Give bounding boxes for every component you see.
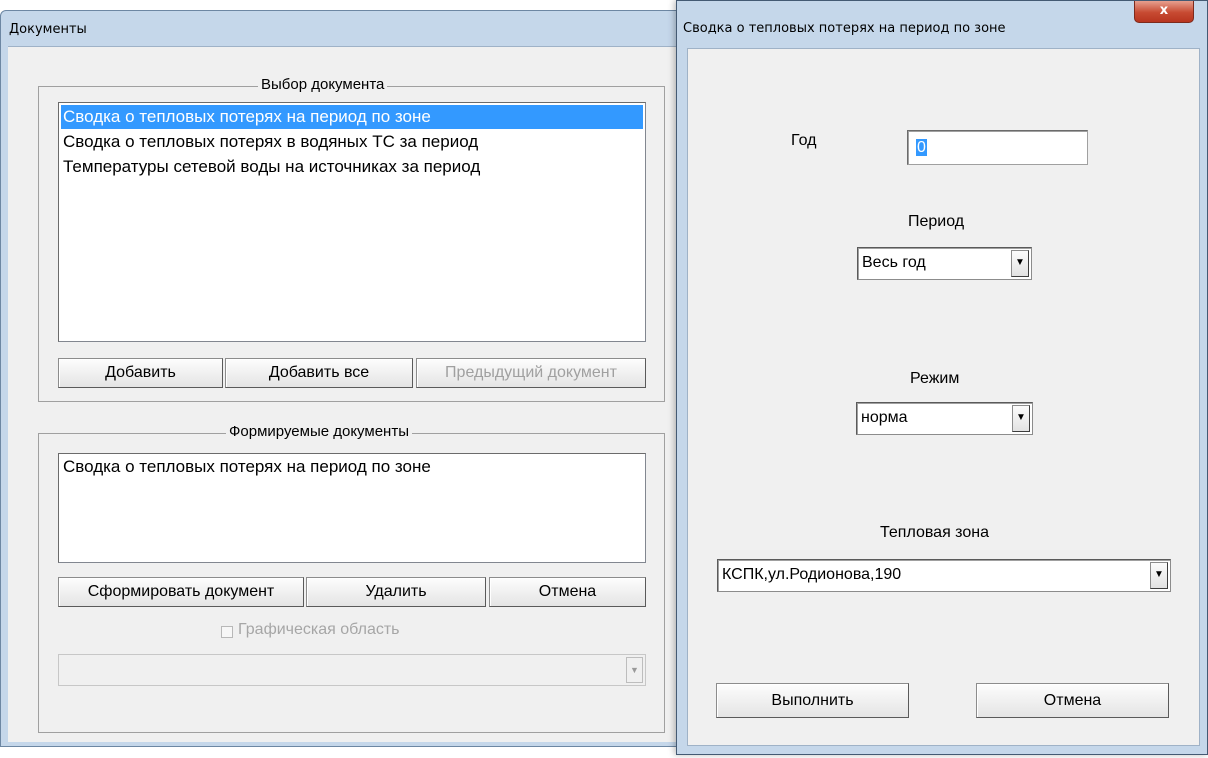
formed-documents-caption: Формируемые документы (226, 423, 412, 441)
chevron-down-icon[interactable]: ▼ (1150, 562, 1168, 589)
chevron-down-icon: ▼ (626, 657, 643, 683)
form-document-button[interactable]: Сформировать документ (58, 577, 304, 607)
period-value: Весь год (862, 254, 926, 271)
heat-loss-dialog: Сводка о тепловых потерях на период по з… (676, 0, 1208, 755)
graphic-area-checkbox[interactable] (221, 626, 233, 638)
list-item[interactable]: Сводка о тепловых потерях на период по з… (61, 105, 643, 129)
period-label: Период (908, 213, 965, 230)
list-item[interactable]: Сводка о тепловых потерях на период по з… (61, 455, 643, 479)
dialog-cancel-button[interactable]: Отмена (976, 683, 1169, 718)
heat-zone-label: Тепловая зона (880, 524, 989, 541)
period-select[interactable]: Весь год ▼ (857, 247, 1032, 280)
documents-window-title: Документы (9, 22, 87, 37)
list-item[interactable]: Сводка о тепловых потерях в водяных ТС з… (61, 130, 643, 154)
year-value: 0 (916, 139, 927, 156)
heat-zone-value: КСПК,ул.Родионова,190 (722, 566, 902, 583)
heat-zone-select[interactable]: КСПК,ул.Родионова,190 ▼ (717, 559, 1171, 592)
document-choice-list[interactable]: Сводка о тепловых потерях на период по з… (58, 102, 646, 342)
mode-select[interactable]: норма ▼ (856, 402, 1033, 435)
graphic-area-select[interactable]: ▼ (58, 654, 646, 686)
documents-window: Документы Выбор документа Сводка о тепло… (0, 10, 708, 747)
dialog-title: Сводка о тепловых потерях на период по з… (683, 21, 1006, 36)
select-document-caption: Выбор документа (258, 76, 388, 94)
year-label: Год (791, 132, 817, 149)
add-button[interactable]: Добавить (58, 358, 223, 388)
graphic-area-label: Графическая область (238, 621, 400, 638)
previous-document-button[interactable]: Предыдущий документ (416, 358, 646, 388)
mode-value: норма (861, 409, 908, 426)
add-all-button[interactable]: Добавить все (225, 358, 413, 388)
chevron-down-icon[interactable]: ▼ (1011, 250, 1029, 277)
execute-button[interactable]: Выполнить (716, 683, 909, 718)
delete-button[interactable]: Удалить (306, 577, 486, 607)
dialog-client: Год 0 Период Весь год ▼ Режим норма ▼ Те… (687, 48, 1200, 746)
cancel-button[interactable]: Отмена (489, 577, 646, 607)
close-button[interactable]: x (1134, 1, 1194, 23)
formed-documents-list[interactable]: Сводка о тепловых потерях на период по з… (58, 453, 646, 563)
mode-label: Режим (910, 370, 960, 387)
list-item[interactable]: Температуры сетевой воды на источниках з… (61, 155, 643, 179)
chevron-down-icon[interactable]: ▼ (1012, 405, 1030, 432)
documents-window-client: Выбор документа Сводка о тепловых потеря… (8, 46, 708, 742)
year-input[interactable]: 0 (907, 130, 1088, 165)
